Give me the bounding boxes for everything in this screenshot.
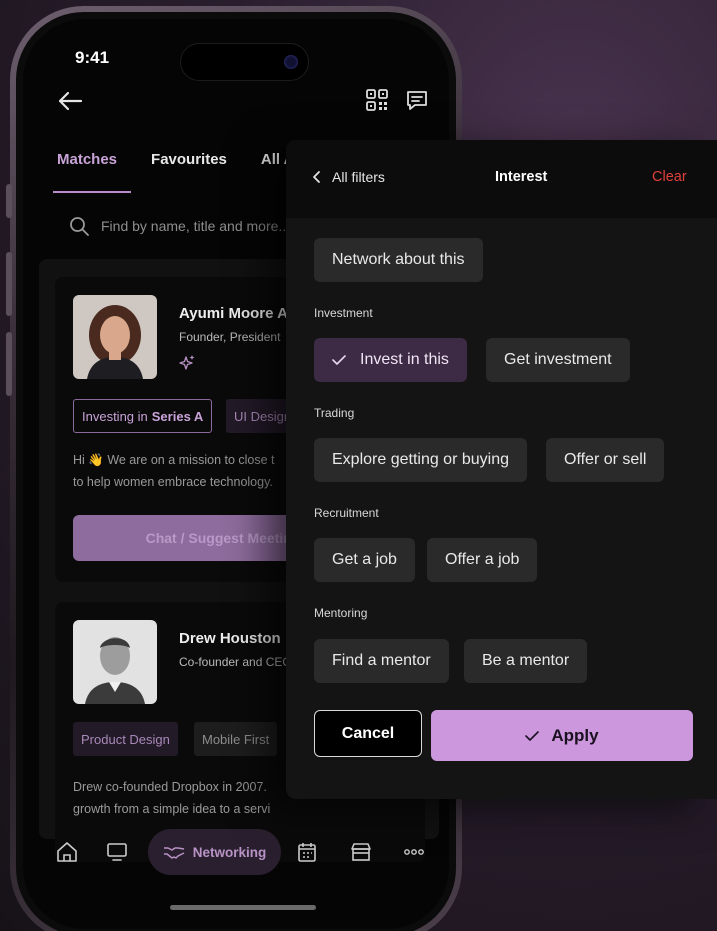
sparkle-icon	[179, 355, 195, 370]
phone-volume-up-button	[6, 252, 12, 316]
search-input[interactable]: Find by name, title and more...	[101, 218, 290, 234]
apply-label: Apply	[551, 725, 599, 745]
chat-bubble-icon[interactable]	[405, 89, 429, 113]
option-explore-getting-or-buying[interactable]: Explore getting or buying	[314, 438, 527, 482]
check-icon	[332, 355, 346, 365]
qr-code-icon[interactable]	[366, 89, 388, 111]
avatar-photo	[73, 295, 157, 379]
search-icon	[70, 217, 89, 236]
avatar-photo	[73, 620, 157, 704]
filter-panel-header: All filters Interest Clear	[286, 140, 717, 218]
card-name[interactable]: Ayumi Moore Ac	[179, 305, 296, 322]
nav-networking-label: Networking	[192, 844, 267, 860]
handshake-icon	[163, 847, 185, 859]
option-offer-a-job[interactable]: Offer a job	[427, 538, 538, 582]
tab-favourites[interactable]: Favourites	[151, 151, 227, 181]
chip-label: Investing in	[82, 408, 148, 424]
chevron-left-icon	[313, 171, 320, 183]
section-title-trading: Trading	[314, 406, 355, 420]
home-indicator	[170, 905, 316, 910]
check-icon	[525, 730, 540, 741]
skill-chip[interactable]: Mobile First	[194, 722, 278, 756]
calendar-icon[interactable]	[296, 841, 318, 863]
back-arrow-icon[interactable]	[57, 89, 83, 113]
store-icon[interactable]	[350, 841, 372, 863]
option-label: Invest in this	[360, 351, 449, 368]
chip-label-bold: Series A	[151, 408, 204, 424]
option-invest-in-this[interactable]: Invest in this	[314, 338, 467, 382]
avatar[interactable]	[73, 295, 157, 379]
nav-networking[interactable]: Networking	[148, 829, 281, 875]
status-time: 9:41	[75, 48, 110, 67]
option-get-investment[interactable]: Get investment	[486, 338, 630, 382]
option-find-a-mentor[interactable]: Find a mentor	[314, 639, 449, 683]
tab-bar: Matches Favourites All A	[52, 151, 295, 193]
cancel-button[interactable]: Cancel	[314, 710, 422, 757]
skill-chip[interactable]: Product Design	[73, 722, 178, 756]
card-name[interactable]: Drew Houston	[179, 630, 281, 647]
card-bio-line: to help women embrace technology.	[73, 475, 273, 489]
dynamic-island	[180, 43, 309, 81]
bottom-nav: Networking	[23, 827, 449, 875]
interest-chip[interactable]: Investing in Series A	[73, 399, 213, 433]
filter-panel-title: Interest	[495, 169, 548, 185]
more-icon[interactable]	[403, 841, 425, 863]
home-icon[interactable]	[56, 841, 78, 863]
all-filters-label: All filters	[332, 169, 385, 185]
apply-button[interactable]: Apply	[431, 710, 693, 761]
card-bio-line: growth from a simple idea to a servi	[73, 802, 271, 816]
clear-button[interactable]: Clear	[652, 169, 687, 185]
section-title-mentoring: Mentoring	[314, 606, 368, 620]
phone-volume-down-button	[6, 332, 12, 396]
option-get-a-job[interactable]: Get a job	[314, 538, 415, 582]
all-filters-back-button[interactable]: All filters	[312, 169, 385, 185]
interest-filter-panel: All filters Interest Clear Network about…	[286, 140, 717, 799]
card-role: Founder, President	[179, 330, 281, 344]
avatar[interactable]	[73, 620, 157, 704]
card-bio-line: Drew co-founded Dropbox in 2007.	[73, 780, 267, 794]
option-network-about-this[interactable]: Network about this	[314, 238, 483, 282]
section-title-recruitment: Recruitment	[314, 506, 379, 520]
tab-matches[interactable]: Matches	[52, 151, 132, 193]
card-role: Co-founder and CEO	[179, 655, 292, 669]
desktop-icon[interactable]	[106, 841, 128, 863]
card-bio-line: Hi 👋 We are on a mission to close t	[73, 453, 275, 467]
option-be-a-mentor[interactable]: Be a mentor	[464, 639, 588, 683]
phone-action-button	[6, 184, 12, 218]
camera-icon	[284, 55, 298, 69]
option-offer-or-sell[interactable]: Offer or sell	[546, 438, 665, 482]
section-title-investment: Investment	[314, 306, 373, 320]
